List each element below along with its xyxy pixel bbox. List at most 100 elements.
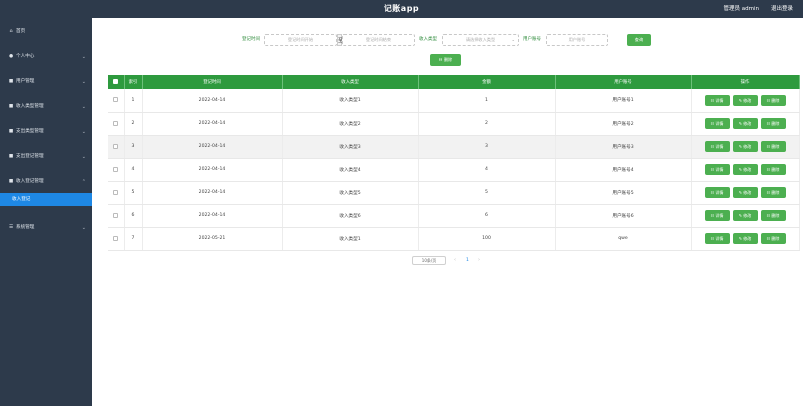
table-cell: 用户账号4: [555, 158, 692, 182]
income-table: 索引 登记时间 收入类型 金额 用户账号 操作 1 2022-04-14 收入类型1…: [108, 75, 800, 251]
table-cell: 2022-04-14: [142, 89, 283, 113]
sidebar-item-expense-types[interactable]: ■ 支出类型管理 ⌄: [0, 122, 92, 147]
table-row: 6 2022-04-14 收入类型6 6 用户账号6 ☷ 详情 ✎ 修改 ☷ 删除: [108, 204, 800, 228]
detail-button[interactable]: ☷ 详情: [704, 141, 730, 152]
account-input[interactable]: 用户账号: [546, 34, 608, 46]
edit-button[interactable]: ✎ 修改: [732, 187, 758, 198]
table-cell: 用户账号3: [555, 135, 692, 159]
row-select-cell[interactable]: [108, 112, 125, 136]
search-bar: 登记时间 登记时间开始 至 登记时间结束 收入类型 请选择收入类型 ⌄ 用户账号…: [92, 34, 803, 46]
select-all-checkbox[interactable]: [113, 79, 119, 84]
row-select-cell[interactable]: [108, 204, 125, 228]
edit-button[interactable]: ✎ 修改: [732, 118, 758, 129]
sidebar-item-expense-records[interactable]: ■ 支出登记管理 ⌄: [0, 147, 92, 172]
chevron-down-icon: ⌄: [81, 129, 86, 135]
delete-button[interactable]: ☷ 删除: [760, 233, 786, 244]
row-select-cell[interactable]: [108, 227, 125, 251]
table-cell: 2022-04-14: [142, 112, 283, 136]
prev-page-icon[interactable]: ‹: [454, 256, 456, 265]
table-cell: 6: [124, 204, 143, 228]
logout-link[interactable]: 退出登录: [771, 0, 793, 18]
delete-button[interactable]: ☷ 删除: [760, 141, 786, 152]
sidebar: ⌂ 首页 ● 个人中心 ⌄ ■ 用户管理 ⌄ ■ 收入类型管理 ⌄ ■ 支出类型管理 ⌄ …: [0, 18, 92, 406]
edit-button[interactable]: ✎ 修改: [732, 94, 758, 106]
table-cell: 1: [418, 89, 556, 113]
time-label: 登记时间: [242, 37, 260, 42]
sidebar-item-home[interactable]: ⌂ 首页: [0, 22, 92, 47]
delete-button[interactable]: ☷ 删除: [760, 210, 786, 221]
type-label: 收入类型: [419, 37, 437, 42]
page-number[interactable]: 1: [466, 256, 469, 265]
row-checkbox[interactable]: [113, 97, 119, 103]
pagination: 10条/页 ‹ 1 ›: [92, 256, 803, 266]
detail-button[interactable]: ☷ 详情: [704, 233, 730, 244]
sidebar-item-label: 收入登记管理: [16, 179, 44, 184]
sidebar-item-income-records[interactable]: ■ 收入登记管理 ⌃: [0, 172, 92, 193]
table-row: 5 2022-04-14 收入类型5 5 用户账号5 ☷ 详情 ✎ 修改 ☷ 删除: [108, 181, 800, 205]
column-header: 操作: [691, 75, 800, 89]
row-select-cell[interactable]: [108, 135, 125, 159]
row-checkbox[interactable]: [113, 143, 119, 149]
row-checkbox[interactable]: [113, 212, 119, 218]
table-cell: 收入类型2: [282, 112, 419, 136]
row-select-cell[interactable]: [108, 181, 125, 205]
sidebar-subitem-income-record[interactable]: 收入登记: [0, 193, 92, 206]
actions-cell: ☷ 详情 ✎ 修改 ☷ 删除: [691, 158, 800, 182]
table-cell: 收入类型5: [282, 181, 419, 205]
row-select-cell[interactable]: [108, 89, 125, 113]
sidebar-item-profile[interactable]: ● 个人中心 ⌄: [0, 47, 92, 72]
column-header: 收入类型: [282, 75, 419, 89]
edit-button[interactable]: ✎ 修改: [732, 210, 758, 221]
table-cell: 2022-04-14: [142, 204, 283, 228]
table-header-row: 索引 登记时间 收入类型 金额 用户账号 操作: [108, 75, 800, 89]
edit-button[interactable]: ✎ 修改: [732, 164, 758, 175]
detail-button[interactable]: ☷ 详情: [704, 118, 730, 129]
account-label: 用户账号: [523, 37, 541, 42]
menu-icon: ■: [8, 79, 14, 84]
select-all-header[interactable]: [108, 75, 125, 89]
detail-button[interactable]: ☷ 详情: [704, 94, 730, 106]
delete-button[interactable]: ☷ 删除: [760, 187, 786, 198]
actions-cell: ☷ 详情 ✎ 修改 ☷ 删除: [691, 112, 800, 136]
table-cell: 2: [124, 112, 143, 136]
sidebar-item-system[interactable]: ☰ 系统管理 ⌄: [0, 218, 92, 243]
sidebar-item-users[interactable]: ■ 用户管理 ⌄: [0, 72, 92, 97]
table-cell: 5: [418, 181, 556, 205]
row-checkbox[interactable]: [113, 189, 119, 195]
delete-button[interactable]: ☷ 删除: [760, 94, 786, 106]
sidebar-item-label: 支出登记管理: [16, 154, 44, 159]
page-size-select[interactable]: 10条/页: [412, 256, 446, 265]
row-select-cell[interactable]: [108, 158, 125, 182]
delete-button[interactable]: ☷ 删除: [760, 118, 786, 129]
sidebar-item-income-types[interactable]: ■ 收入类型管理 ⌄: [0, 97, 92, 122]
type-select[interactable]: 请选择收入类型 ⌄: [442, 34, 519, 46]
list-icon: ☰: [8, 225, 14, 230]
delete-button[interactable]: ☷ 删除: [760, 164, 786, 175]
detail-button[interactable]: ☷ 详情: [704, 164, 730, 175]
detail-button[interactable]: ☷ 详情: [704, 210, 730, 221]
home-icon: ⌂: [9, 29, 13, 34]
batch-delete-button[interactable]: ☷ 删除: [430, 54, 461, 66]
edit-button[interactable]: ✎ 修改: [732, 233, 758, 244]
column-header: 金额: [418, 75, 556, 89]
next-page-icon[interactable]: ›: [478, 256, 480, 265]
actions-cell: ☷ 详情 ✎ 修改 ☷ 删除: [691, 204, 800, 228]
detail-button[interactable]: ☷ 详情: [704, 187, 730, 198]
table-cell: 100: [418, 227, 556, 251]
table-row: 4 2022-04-14 收入类型4 4 用户账号4 ☷ 详情 ✎ 修改 ☷ 删除: [108, 158, 800, 182]
table-row: 7 2022-05-21 收入类型1 100 qwe ☷ 详情 ✎ 修改 ☷ 删除: [108, 227, 800, 251]
column-header: 用户账号: [555, 75, 692, 89]
sidebar-item-label: 系统管理: [16, 225, 35, 230]
table-cell: 用户账号6: [555, 204, 692, 228]
start-time-input[interactable]: 登记时间开始: [264, 34, 337, 46]
query-button[interactable]: 查询: [627, 34, 651, 46]
table-cell: 4: [418, 158, 556, 182]
end-time-input[interactable]: 登记时间结束: [342, 34, 415, 46]
actions-cell: ☷ 详情 ✎ 修改 ☷ 删除: [691, 227, 800, 251]
actions-cell: ☷ 详情 ✎ 修改 ☷ 删除: [691, 89, 800, 113]
row-checkbox[interactable]: [113, 120, 119, 126]
edit-button[interactable]: ✎ 修改: [732, 141, 758, 152]
row-checkbox[interactable]: [113, 235, 119, 241]
actions-cell: ☷ 详情 ✎ 修改 ☷ 删除: [691, 181, 800, 205]
row-checkbox[interactable]: [113, 166, 119, 172]
